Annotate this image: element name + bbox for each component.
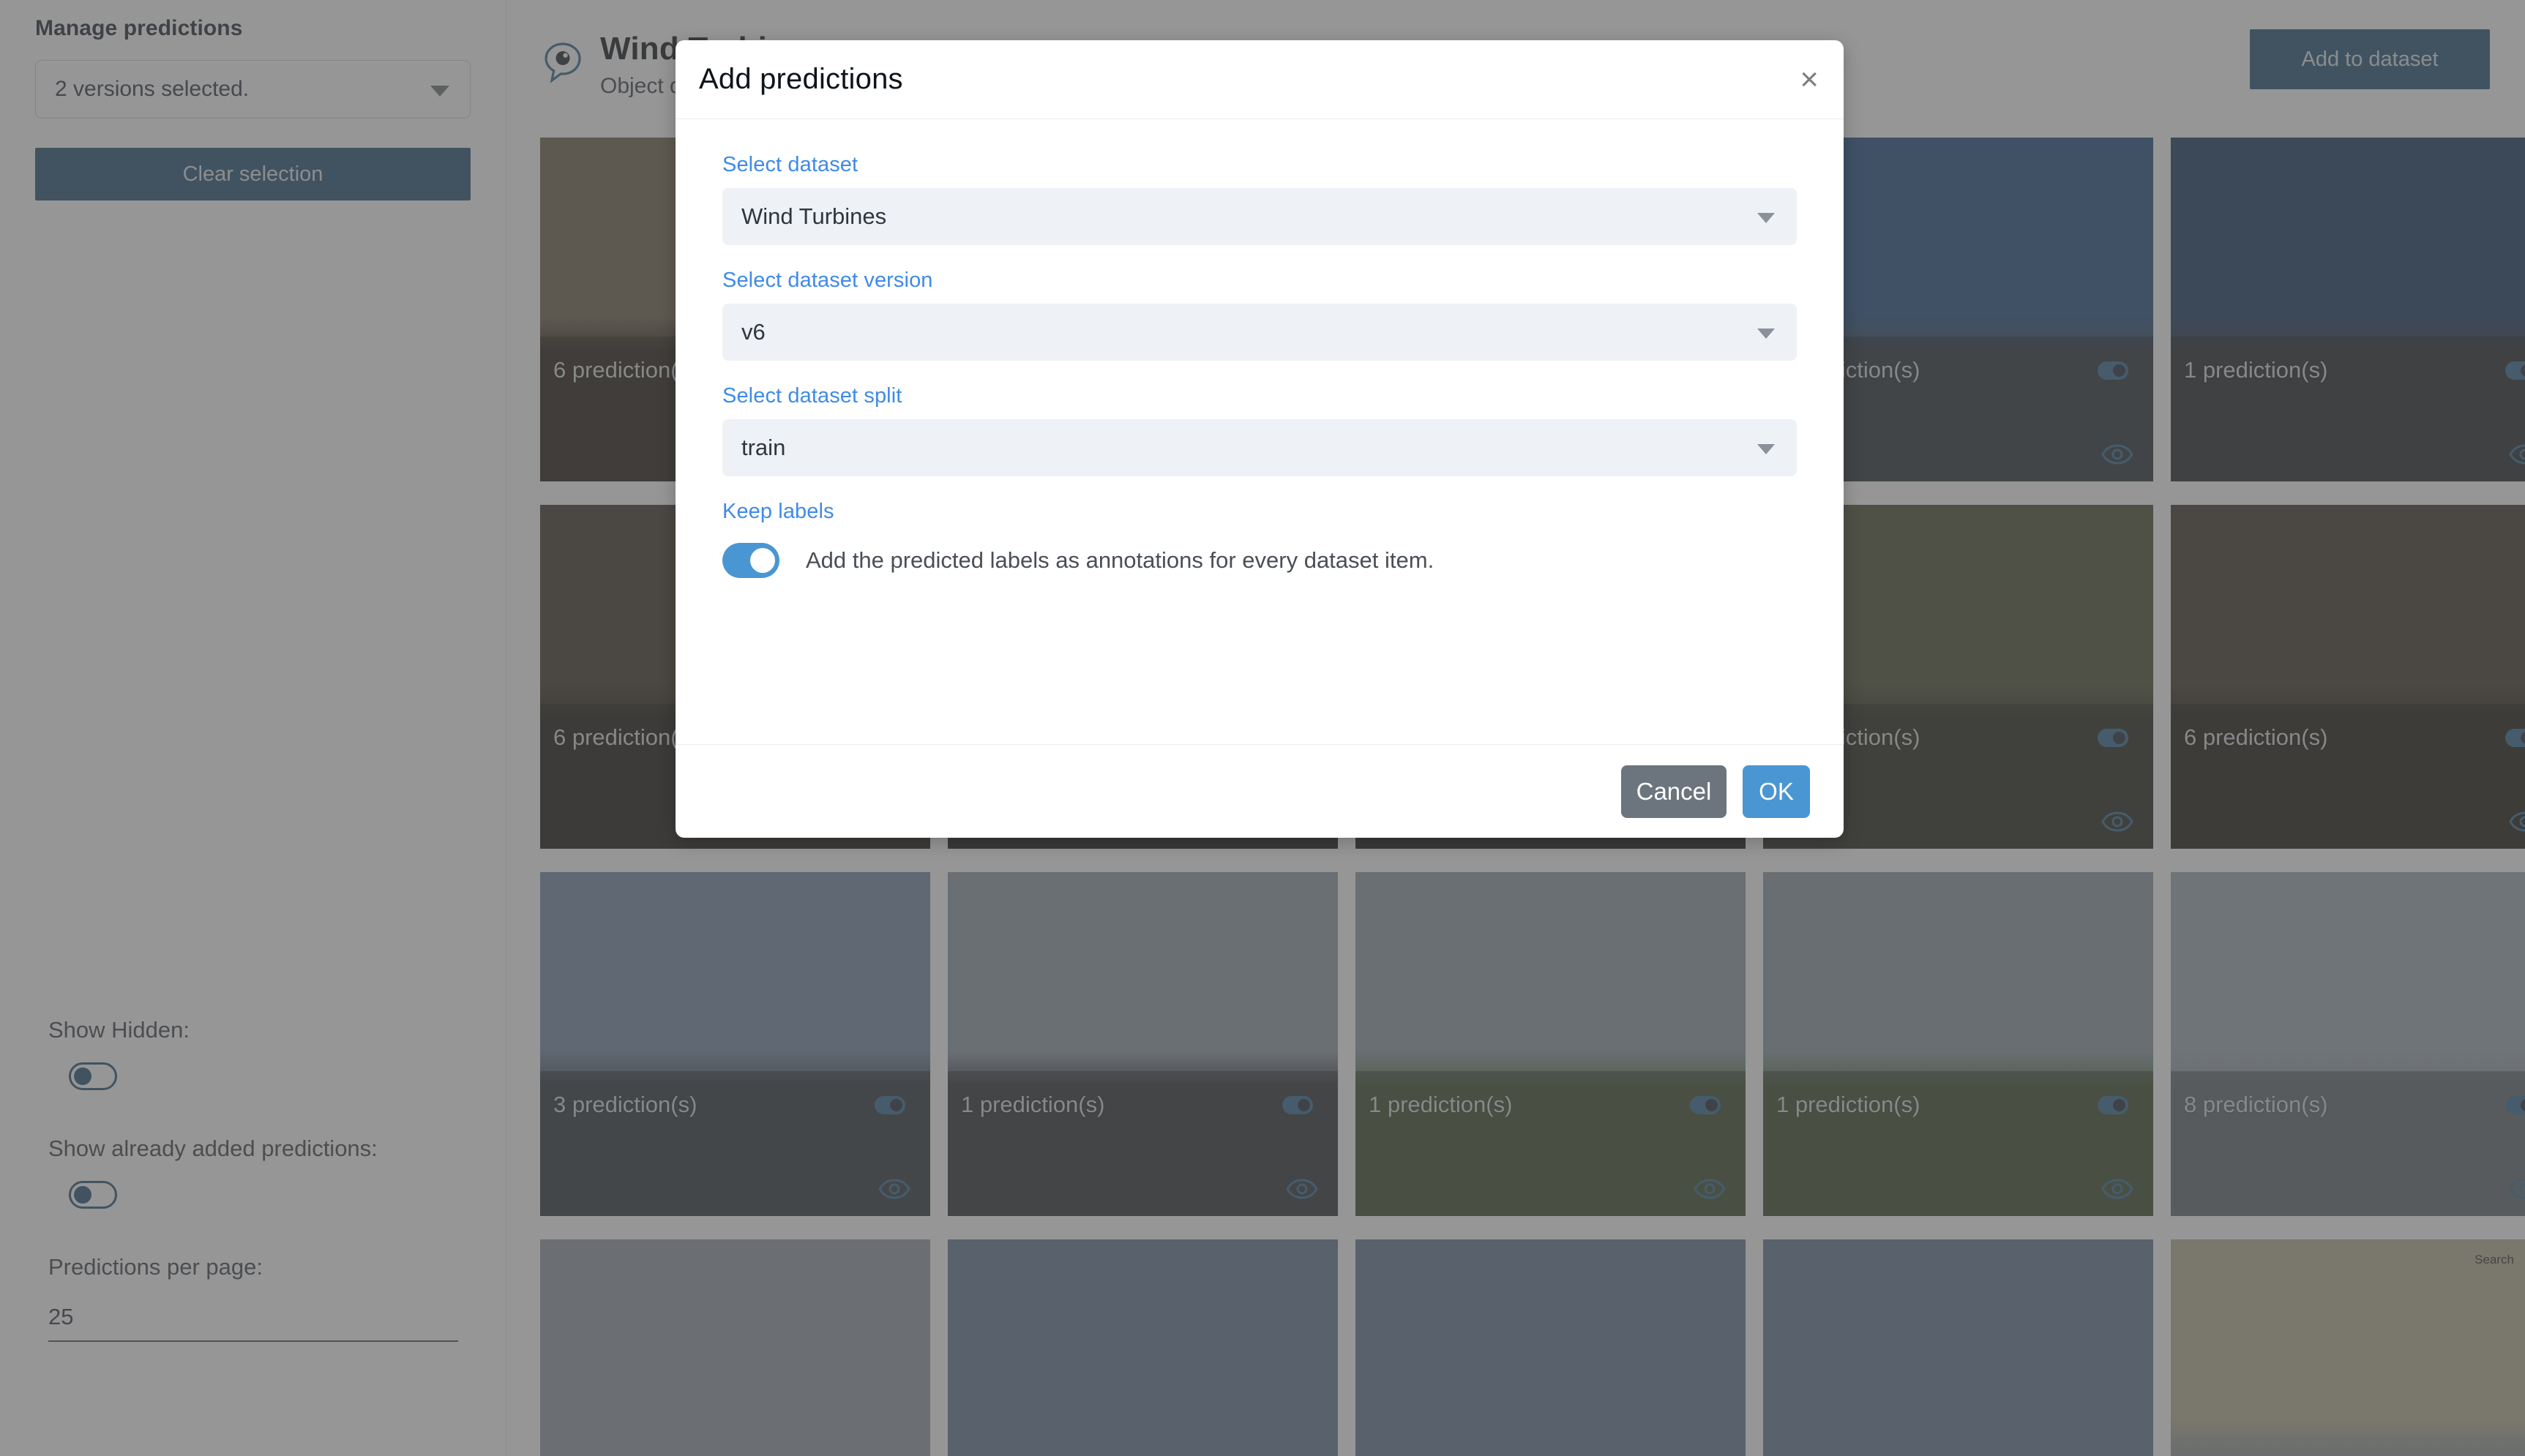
keep-labels-label: Keep labels bbox=[722, 500, 834, 523]
chevron-down-icon bbox=[1757, 213, 1775, 223]
field-keep-labels: Keep labels Add the predicted labels as … bbox=[722, 500, 1797, 578]
modal-body: Select dataset Wind Turbines Select data… bbox=[676, 119, 1844, 744]
dataset-select[interactable]: Wind Turbines bbox=[722, 188, 1797, 245]
dataset-select-value: Wind Turbines bbox=[741, 203, 887, 229]
field-dataset-version-label: Select dataset version bbox=[722, 269, 933, 292]
dataset-split-select[interactable]: train bbox=[722, 419, 1797, 476]
keep-labels-toggle[interactable] bbox=[722, 543, 779, 578]
field-dataset-label: Select dataset bbox=[722, 153, 858, 176]
field-dataset-split: Select dataset split train bbox=[722, 384, 1797, 476]
close-icon[interactable]: × bbox=[1800, 63, 1819, 96]
ok-button[interactable]: OK bbox=[1743, 765, 1810, 818]
chevron-down-icon bbox=[1757, 444, 1775, 454]
modal-title: Add predictions bbox=[699, 63, 903, 95]
field-dataset-version: Select dataset version v6 bbox=[722, 269, 1797, 361]
field-dataset-split-label: Select dataset split bbox=[722, 384, 902, 408]
dataset-split-select-value: train bbox=[741, 435, 786, 460]
modal-header: Add predictions × bbox=[676, 40, 1844, 119]
cancel-button[interactable]: Cancel bbox=[1621, 765, 1727, 818]
add-predictions-modal: Add predictions × Select dataset Wind Tu… bbox=[676, 40, 1844, 838]
keep-labels-description: Add the predicted labels as annotations … bbox=[806, 547, 1434, 573]
dataset-version-select-value: v6 bbox=[741, 319, 766, 345]
field-dataset: Select dataset Wind Turbines bbox=[722, 153, 1797, 245]
chevron-down-icon bbox=[1757, 329, 1775, 339]
dataset-version-select[interactable]: v6 bbox=[722, 304, 1797, 361]
keep-labels-row: Add the predicted labels as annotations … bbox=[722, 543, 1797, 578]
modal-footer: Cancel OK bbox=[676, 744, 1844, 838]
